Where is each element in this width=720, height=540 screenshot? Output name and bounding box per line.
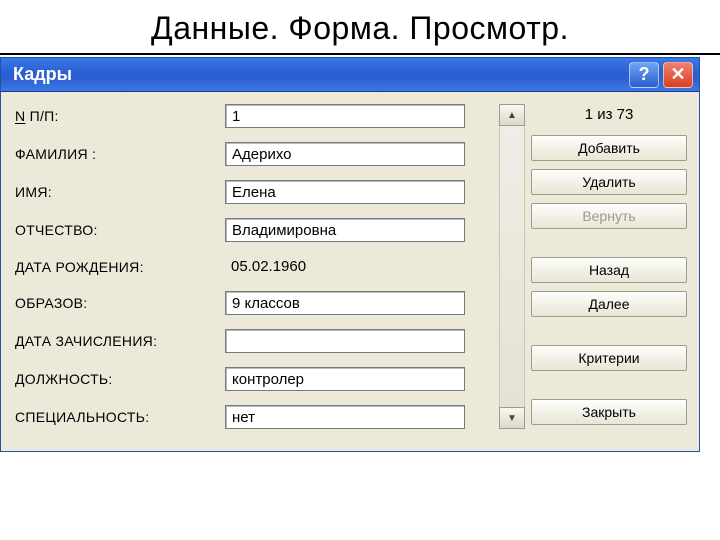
label-name: ИМЯ: (15, 184, 215, 200)
delete-button[interactable]: Удалить (531, 169, 687, 195)
input-name[interactable] (225, 180, 465, 204)
back-button[interactable]: Назад (531, 257, 687, 283)
help-icon: ? (639, 64, 650, 85)
window-title: Кадры (13, 64, 625, 85)
close-button-label: Закрыть (582, 404, 636, 420)
value-dob: 05.02.1960 (225, 256, 465, 277)
next-button[interactable]: Далее (531, 291, 687, 317)
label-surname: ФАМИЛИЯ : (15, 146, 215, 162)
input-enroll[interactable] (225, 329, 465, 353)
back-button-label: Назад (589, 262, 629, 278)
input-position[interactable] (225, 367, 465, 391)
delete-button-label: Удалить (582, 174, 635, 190)
input-npp[interactable] (225, 104, 465, 128)
form-scrollbar[interactable]: ▲ ▼ (499, 104, 525, 429)
record-counter: 1 из 73 (531, 104, 687, 127)
input-education[interactable] (225, 291, 465, 315)
scroll-down-button[interactable]: ▼ (499, 407, 525, 429)
form-fields: N N П/П:П/П: ФАМИЛИЯ : ИМЯ: ОТЧЕСТВО: ДА… (15, 104, 493, 429)
criteria-button[interactable]: Критерии (531, 345, 687, 371)
close-window-button[interactable]: ✕ (663, 62, 693, 88)
input-surname[interactable] (225, 142, 465, 166)
label-education: ОБРАЗОВ: (15, 295, 215, 311)
input-specialty[interactable] (225, 405, 465, 429)
label-patronymic: ОТЧЕСТВО: (15, 222, 215, 238)
label-enroll: ДАТА ЗАЧИСЛЕНИЯ: (15, 333, 215, 349)
chevron-up-icon: ▲ (507, 110, 517, 121)
scroll-track[interactable] (499, 126, 525, 407)
label-specialty: СПЕЦИАЛЬНОСТЬ: (15, 409, 215, 425)
page-title: Данные. Форма. Просмотр. (0, 0, 720, 55)
close-icon: ✕ (670, 64, 685, 85)
close-button[interactable]: Закрыть (531, 399, 687, 425)
add-button[interactable]: Добавить (531, 135, 687, 161)
next-button-label: Далее (588, 296, 629, 312)
restore-button: Вернуть (531, 203, 687, 229)
label-dob: ДАТА РОЖДЕНИЯ: (15, 259, 215, 275)
label-npp: N N П/П:П/П: (15, 108, 215, 124)
form-window: Кадры ? ✕ N N П/П:П/П: ФАМИЛИЯ : ИМЯ: ОТ… (0, 57, 700, 452)
help-button[interactable]: ? (629, 62, 659, 88)
input-patronymic[interactable] (225, 218, 465, 242)
label-position: ДОЛЖНОСТЬ: (15, 371, 215, 387)
chevron-down-icon: ▼ (507, 413, 517, 424)
restore-button-label: Вернуть (582, 208, 635, 224)
add-button-label: Добавить (578, 140, 640, 156)
scroll-up-button[interactable]: ▲ (499, 104, 525, 126)
criteria-button-label: Критерии (578, 350, 639, 366)
window-titlebar: Кадры ? ✕ (1, 58, 699, 92)
side-buttons: 1 из 73 Добавить Удалить Вернуть Назад Д… (531, 104, 691, 429)
